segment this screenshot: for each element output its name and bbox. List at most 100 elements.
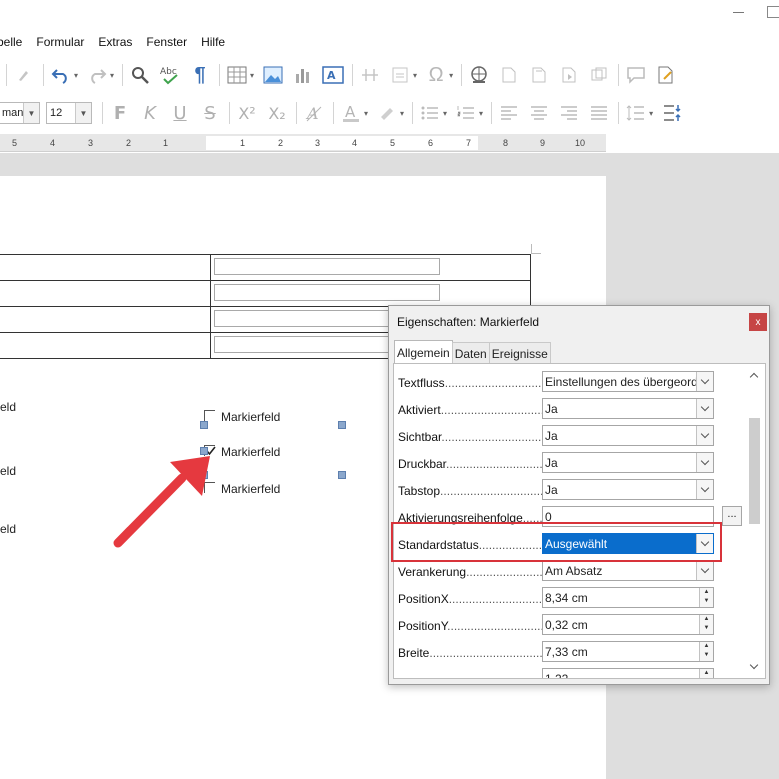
- property-value-field[interactable]: Ja: [542, 452, 714, 473]
- minimize-icon[interactable]: [733, 12, 744, 13]
- text-field[interactable]: [213, 258, 440, 275]
- align-center-icon[interactable]: [528, 102, 550, 124]
- menu-formular[interactable]: Formular: [36, 35, 84, 49]
- comment-icon[interactable]: [625, 64, 647, 86]
- more-options-button[interactable]: ...: [722, 506, 742, 526]
- insert-chart-icon[interactable]: [292, 64, 314, 86]
- ruler-tick: 3: [315, 138, 321, 148]
- subscript-icon[interactable]: X₂: [266, 102, 288, 124]
- line-spacing-icon[interactable]: [625, 102, 647, 124]
- cross-reference-icon[interactable]: [588, 64, 610, 86]
- highlight-dropdown-icon[interactable]: ▾: [400, 109, 404, 118]
- selection-handle[interactable]: [338, 421, 346, 429]
- strikethrough-icon[interactable]: S: [199, 102, 221, 124]
- spin-buttons-icon[interactable]: ▲▼: [699, 615, 713, 634]
- property-value-field[interactable]: Einstellungen des übergeordi: [542, 371, 714, 392]
- chevron-down-icon[interactable]: [696, 372, 713, 391]
- property-value-field[interactable]: Ja: [542, 479, 714, 500]
- insert-field-icon[interactable]: [389, 64, 411, 86]
- bullet-dropdown-icon[interactable]: ▾: [443, 109, 447, 118]
- chevron-down-icon[interactable]: ▼: [75, 103, 91, 123]
- hyperlink-icon[interactable]: [468, 64, 490, 86]
- property-value: Einstellungen des übergeordi: [545, 375, 701, 389]
- clear-formatting-icon[interactable]: A: [303, 102, 325, 124]
- vertical-scrollbar[interactable]: [747, 368, 761, 674]
- close-button[interactable]: x: [749, 313, 767, 331]
- property-value: 7,33 cm: [545, 645, 588, 659]
- menu-fenster[interactable]: Fenster: [146, 35, 187, 49]
- special-char-dropdown-icon[interactable]: ▾: [449, 71, 453, 80]
- align-left-icon[interactable]: [498, 102, 520, 124]
- table-dropdown-icon[interactable]: ▾: [250, 71, 254, 80]
- property-label: Druckbar................................…: [398, 457, 542, 471]
- property-value-field[interactable]: 0,32 cm ▲ ▼: [542, 614, 714, 635]
- property-value-field[interactable]: 1,22 ▲▼: [542, 668, 714, 678]
- chevron-down-icon[interactable]: [696, 453, 713, 472]
- clone-formatting-icon[interactable]: [13, 64, 35, 86]
- chevron-down-icon[interactable]: [696, 561, 713, 580]
- property-row: Textfluss...............................…: [394, 368, 744, 395]
- menu-hilfe[interactable]: Hilfe: [201, 35, 225, 49]
- spin-buttons-icon[interactable]: ▲▼: [699, 669, 713, 678]
- numbered-dropdown-icon[interactable]: ▾: [479, 109, 483, 118]
- paragraph-spacing-icon[interactable]: [661, 102, 683, 124]
- spellcheck-icon[interactable]: Abc: [159, 64, 181, 86]
- selection-handle[interactable]: [200, 421, 208, 429]
- font-name-box[interactable]: man ▼: [0, 102, 40, 124]
- property-value-field[interactable]: Ja: [542, 425, 714, 446]
- property-value-field[interactable]: 8,34 cm ▲ ▼: [542, 587, 714, 608]
- special-character-icon[interactable]: Ω: [425, 64, 447, 86]
- property-label-text: PositionX: [398, 592, 449, 606]
- chevron-down-icon[interactable]: [696, 399, 713, 418]
- tab-daten[interactable]: Daten: [451, 342, 490, 364]
- italic-icon[interactable]: K: [139, 102, 161, 124]
- selection-handle[interactable]: [338, 471, 346, 479]
- property-value-field[interactable]: Am Absatz: [542, 560, 714, 581]
- formatting-marks-icon[interactable]: ¶: [189, 64, 211, 86]
- property-value-field[interactable]: Ja: [542, 398, 714, 419]
- find-replace-icon[interactable]: [129, 64, 151, 86]
- line-spacing-dropdown-icon[interactable]: ▾: [649, 109, 653, 118]
- font-size-box[interactable]: 12 ▼: [46, 102, 92, 124]
- justify-icon[interactable]: [588, 102, 610, 124]
- bold-icon[interactable]: F: [109, 102, 131, 124]
- redo-icon[interactable]: [86, 64, 108, 86]
- spin-buttons-icon[interactable]: ▲▼: [699, 588, 713, 607]
- font-color-dropdown-icon[interactable]: ▾: [364, 109, 368, 118]
- horizontal-ruler[interactable]: 5 4 3 2 1 1 2 3 4 5 6 7 8 9 10: [0, 134, 606, 152]
- undo-icon[interactable]: [50, 64, 72, 86]
- highlight-icon[interactable]: [376, 102, 398, 124]
- chevron-down-icon[interactable]: ▼: [23, 103, 39, 123]
- redo-dropdown-icon[interactable]: ▾: [110, 71, 114, 80]
- undo-dropdown-icon[interactable]: ▾: [74, 71, 78, 80]
- scroll-thumb[interactable]: [749, 418, 760, 524]
- footnote-icon[interactable]: [498, 64, 520, 86]
- tab-allgemein[interactable]: Allgemein: [394, 340, 453, 365]
- scroll-down-icon[interactable]: [747, 660, 761, 674]
- tab-ereignisse[interactable]: Ereignisse: [488, 342, 551, 364]
- checkbox-unchecked[interactable]: [204, 410, 215, 421]
- font-color-icon[interactable]: A: [340, 102, 362, 124]
- insert-page-break-icon[interactable]: [359, 64, 381, 86]
- bookmark-icon[interactable]: [558, 64, 580, 86]
- menu-extras[interactable]: Extras: [98, 35, 132, 49]
- maximize-icon[interactable]: [767, 6, 779, 18]
- insert-image-icon[interactable]: [262, 64, 284, 86]
- property-value-field[interactable]: 7,33 cm ▲ ▼: [542, 641, 714, 662]
- endnote-icon[interactable]: [528, 64, 550, 86]
- insert-table-icon[interactable]: [226, 64, 248, 86]
- track-changes-icon[interactable]: [655, 64, 677, 86]
- underline-icon[interactable]: U: [169, 102, 191, 124]
- text-field[interactable]: [213, 284, 440, 301]
- bullet-list-icon[interactable]: [419, 102, 441, 124]
- scroll-up-icon[interactable]: [747, 368, 761, 382]
- spin-buttons-icon[interactable]: ▲▼: [699, 642, 713, 661]
- numbered-list-icon[interactable]: [455, 102, 477, 124]
- insert-textbox-icon[interactable]: A: [322, 64, 344, 86]
- superscript-icon[interactable]: X²: [236, 102, 258, 124]
- menu-tabelle[interactable]: belle: [0, 35, 22, 49]
- chevron-down-icon[interactable]: [696, 426, 713, 445]
- align-right-icon[interactable]: [558, 102, 580, 124]
- field-dropdown-icon[interactable]: ▾: [413, 71, 417, 80]
- chevron-down-icon[interactable]: [696, 480, 713, 499]
